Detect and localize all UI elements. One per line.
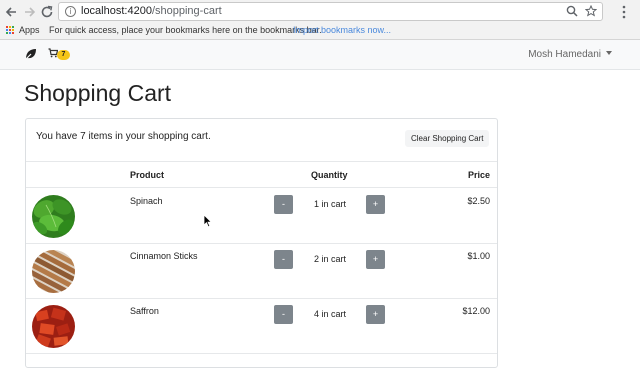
cart-table-header: Product Quantity Price	[26, 162, 497, 188]
product-price: $12.00	[462, 306, 490, 316]
product-name: Spinach	[130, 196, 163, 206]
reload-icon[interactable]	[39, 4, 55, 20]
page-title: Shopping Cart	[24, 80, 172, 106]
url-host: localhost:4200	[81, 5, 152, 17]
bookmarks-hint: For quick access, place your bookmarks h…	[49, 25, 322, 35]
product-name: Cinnamon Sticks	[130, 251, 198, 261]
product-price: $2.50	[467, 196, 490, 206]
star-icon[interactable]	[584, 4, 598, 20]
back-arrow-icon[interactable]	[4, 4, 20, 20]
increase-quantity-button[interactable]: +	[366, 305, 385, 324]
quantity-in-cart: 4 in cart	[313, 309, 346, 319]
kebab-menu-icon[interactable]	[621, 5, 627, 22]
leaf-icon[interactable]	[24, 47, 38, 61]
column-header-price: Price	[467, 170, 490, 180]
browser-chrome: i localhost:4200/shopping-cart Apps For …	[0, 0, 640, 40]
cart-card-header: You have 7 items in your shopping cart. …	[26, 119, 497, 162]
caret-down-icon	[606, 51, 612, 55]
address-bar[interactable]: i localhost:4200/shopping-cart	[58, 2, 603, 21]
forward-arrow-icon[interactable]	[21, 4, 37, 20]
import-bookmarks-link[interactable]: Import bookmarks now...	[293, 22, 391, 39]
product-image-spinach	[32, 195, 75, 238]
magnifier-icon[interactable]	[566, 5, 578, 20]
decrease-quantity-button[interactable]: -	[274, 305, 293, 324]
increase-quantity-button[interactable]: +	[366, 195, 385, 214]
quantity-in-cart: 2 in cart	[313, 254, 346, 264]
bookmarks-bar: Apps For quick access, place your bookma…	[0, 22, 640, 39]
quantity-in-cart: 1 in cart	[313, 199, 346, 209]
product-name: Saffron	[130, 306, 159, 316]
decrease-quantity-button[interactable]: -	[274, 195, 293, 214]
mouse-cursor-icon	[203, 214, 213, 228]
product-image-cinnamon-sticks	[32, 250, 75, 293]
url-path: /shopping-cart	[151, 5, 222, 17]
decrease-quantity-button[interactable]: -	[274, 250, 293, 269]
cart-card: You have 7 items in your shopping cart. …	[25, 118, 498, 368]
info-icon[interactable]: i	[65, 6, 76, 17]
cart-count-badge[interactable]: 7	[57, 50, 70, 60]
product-price: $1.00	[467, 251, 490, 261]
increase-quantity-button[interactable]: +	[366, 250, 385, 269]
table-row: Saffron - 4 in cart + $12.00	[26, 299, 497, 354]
app-navbar: 7 Mosh Hamedani	[0, 40, 640, 70]
product-image-saffron	[32, 305, 75, 348]
user-menu-dropdown[interactable]: Mosh Hamedani	[528, 49, 612, 60]
apps-grid-icon[interactable]	[6, 26, 15, 35]
column-header-quantity: Quantity	[311, 170, 348, 180]
table-row: Cinnamon Sticks - 2 in cart + $1.00	[26, 244, 497, 299]
clear-cart-button[interactable]: Clear Shopping Cart	[405, 130, 490, 147]
cart-summary: You have 7 items in your shopping cart.	[36, 131, 211, 142]
user-name: Mosh Hamedani	[528, 49, 601, 60]
url-text[interactable]: localhost:4200/shopping-cart	[81, 5, 222, 17]
apps-shortcut[interactable]: Apps	[19, 22, 40, 39]
column-header-product: Product	[130, 170, 165, 180]
table-row: Spinach - 1 in cart + $2.50	[26, 189, 497, 244]
